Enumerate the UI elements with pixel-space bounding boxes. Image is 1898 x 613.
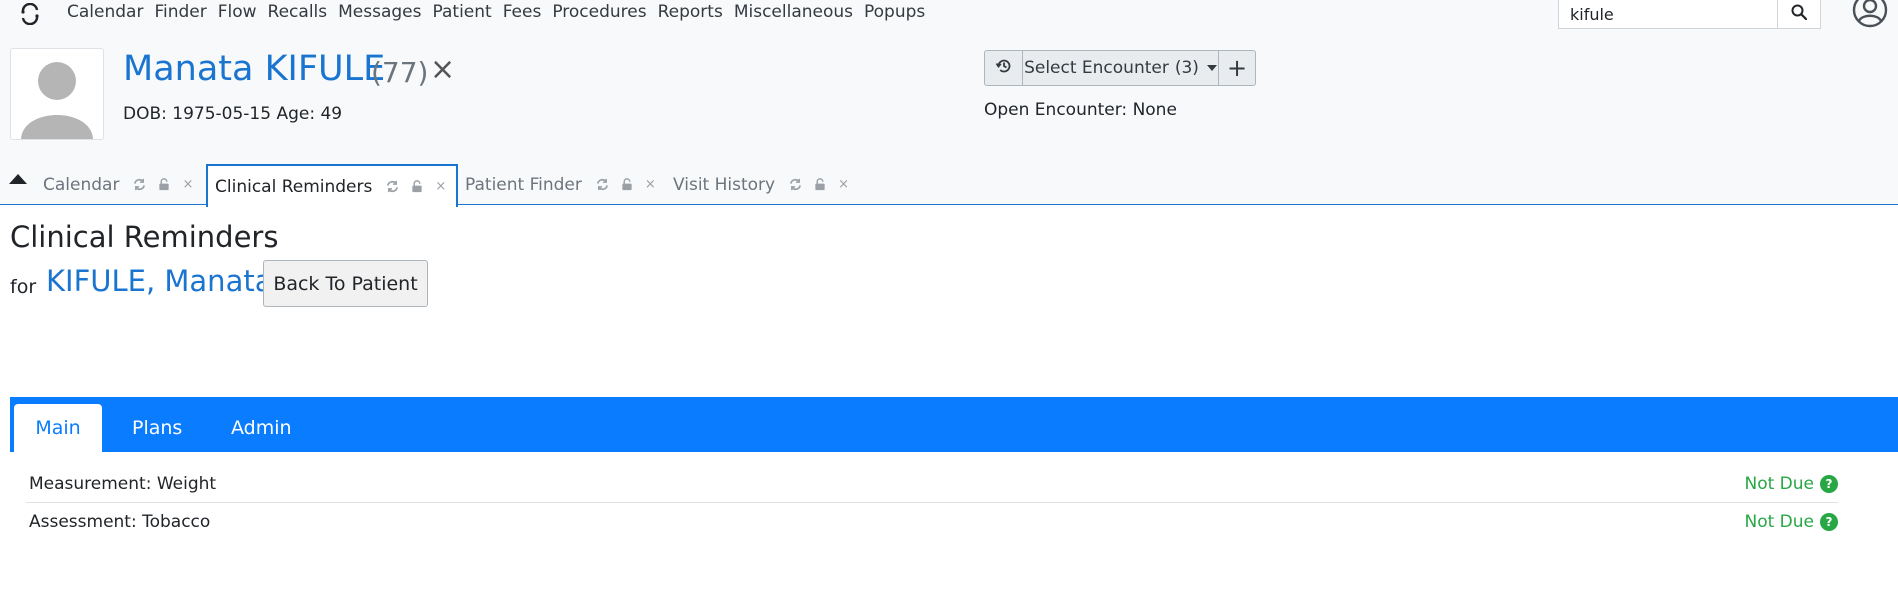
tab-clinical-reminders[interactable]: Clinical Reminders × <box>206 164 458 207</box>
main-menu: Calendar Finder Flow Recalls Messages Pa… <box>67 1 936 23</box>
open-encounter-status: Open Encounter: None <box>984 100 1177 120</box>
reminder-name: Measurement: Weight <box>29 473 217 494</box>
reminder-tabs-bar <box>10 397 1898 452</box>
menu-recalls[interactable]: Recalls <box>268 1 328 23</box>
refresh-icon[interactable] <box>789 178 802 191</box>
close-tab-icon[interactable]: × <box>645 177 656 192</box>
tab-label: Patient Finder <box>465 174 582 195</box>
close-patient-icon[interactable]: × <box>430 55 455 85</box>
encounter-history-button[interactable] <box>985 51 1023 85</box>
encounter-button-group: Select Encounter (3) + <box>984 50 1256 86</box>
reminder-status: Not Due ? <box>1744 512 1838 532</box>
user-menu-icon[interactable] <box>1852 0 1888 28</box>
lock-icon[interactable] <box>621 178 633 191</box>
encounter-count: (3) <box>1174 58 1199 78</box>
lock-icon[interactable] <box>158 178 170 191</box>
refresh-icon[interactable] <box>386 180 399 193</box>
tab-label: Visit History <box>673 174 776 195</box>
menu-patient[interactable]: Patient <box>433 1 492 23</box>
patient-link[interactable]: KIFULE, Manata <box>46 264 272 298</box>
patient-name[interactable]: Manata KIFULE <box>123 49 385 89</box>
history-icon <box>995 57 1013 79</box>
patient-search-input[interactable] <box>1558 0 1778 29</box>
tab-label: Calendar <box>43 174 120 195</box>
menu-procedures[interactable]: Procedures <box>552 1 646 23</box>
close-tab-icon[interactable]: × <box>838 177 849 192</box>
reminder-name: Assessment: Tobacco <box>29 512 211 532</box>
help-icon[interactable]: ? <box>1820 474 1838 493</box>
refresh-icon[interactable] <box>133 178 146 191</box>
refresh-icon[interactable] <box>596 178 609 191</box>
close-tab-icon[interactable]: × <box>182 177 193 192</box>
subtab-plans[interactable]: Plans <box>132 404 182 452</box>
menu-finder[interactable]: Finder <box>154 1 206 23</box>
patient-id: (77) <box>371 56 429 89</box>
lock-icon[interactable] <box>814 178 826 191</box>
patient-dob-age: DOB: 1975-05-15 Age: 49 <box>123 104 343 124</box>
menu-messages[interactable]: Messages <box>338 1 421 23</box>
new-encounter-button[interactable]: + <box>1219 51 1255 85</box>
select-encounter-label: Select Encounter <box>1024 58 1169 78</box>
menu-calendar[interactable]: Calendar <box>67 1 143 23</box>
openemr-logo-icon[interactable] <box>19 2 41 26</box>
menu-popups[interactable]: Popups <box>864 1 925 23</box>
patient-avatar <box>10 48 104 140</box>
status-text: Not Due <box>1744 512 1814 532</box>
reminder-row: Assessment: Tobacco Not Due ? <box>26 503 1838 541</box>
reminder-row: Measurement: Weight Not Due ? <box>26 465 1838 503</box>
subtab-admin[interactable]: Admin <box>231 404 292 452</box>
collapse-header-icon[interactable] <box>9 174 27 184</box>
lock-icon[interactable] <box>411 180 423 193</box>
back-to-patient-button[interactable]: Back To Patient <box>263 260 428 307</box>
menu-flow[interactable]: Flow <box>218 1 257 23</box>
help-icon[interactable]: ? <box>1820 513 1838 531</box>
top-navbar: Calendar Finder Flow Recalls Messages Pa… <box>0 0 1898 29</box>
menu-reports[interactable]: Reports <box>658 1 723 23</box>
close-tab-icon[interactable]: × <box>435 179 446 194</box>
tab-visit-history[interactable]: Visit History × <box>673 164 861 205</box>
search-button[interactable] <box>1777 0 1821 29</box>
select-encounter-dropdown[interactable]: Select Encounter (3) <box>1023 51 1219 85</box>
menu-fees[interactable]: Fees <box>503 1 542 23</box>
tab-label: Clinical Reminders <box>215 176 373 197</box>
reminder-status: Not Due ? <box>1744 474 1838 494</box>
search-icon <box>1791 4 1808 24</box>
page-title: Clinical Reminders <box>10 220 279 254</box>
caret-down-icon <box>1206 65 1217 71</box>
for-label: for <box>10 276 37 298</box>
tab-patient-finder[interactable]: Patient Finder × <box>465 164 668 205</box>
menu-miscellaneous[interactable]: Miscellaneous <box>734 1 853 23</box>
subtab-main[interactable]: Main <box>14 404 102 452</box>
status-text: Not Due <box>1744 473 1814 494</box>
tab-calendar[interactable]: Calendar × <box>34 164 205 205</box>
header-area: Calendar Finder Flow Recalls Messages Pa… <box>0 0 1898 207</box>
